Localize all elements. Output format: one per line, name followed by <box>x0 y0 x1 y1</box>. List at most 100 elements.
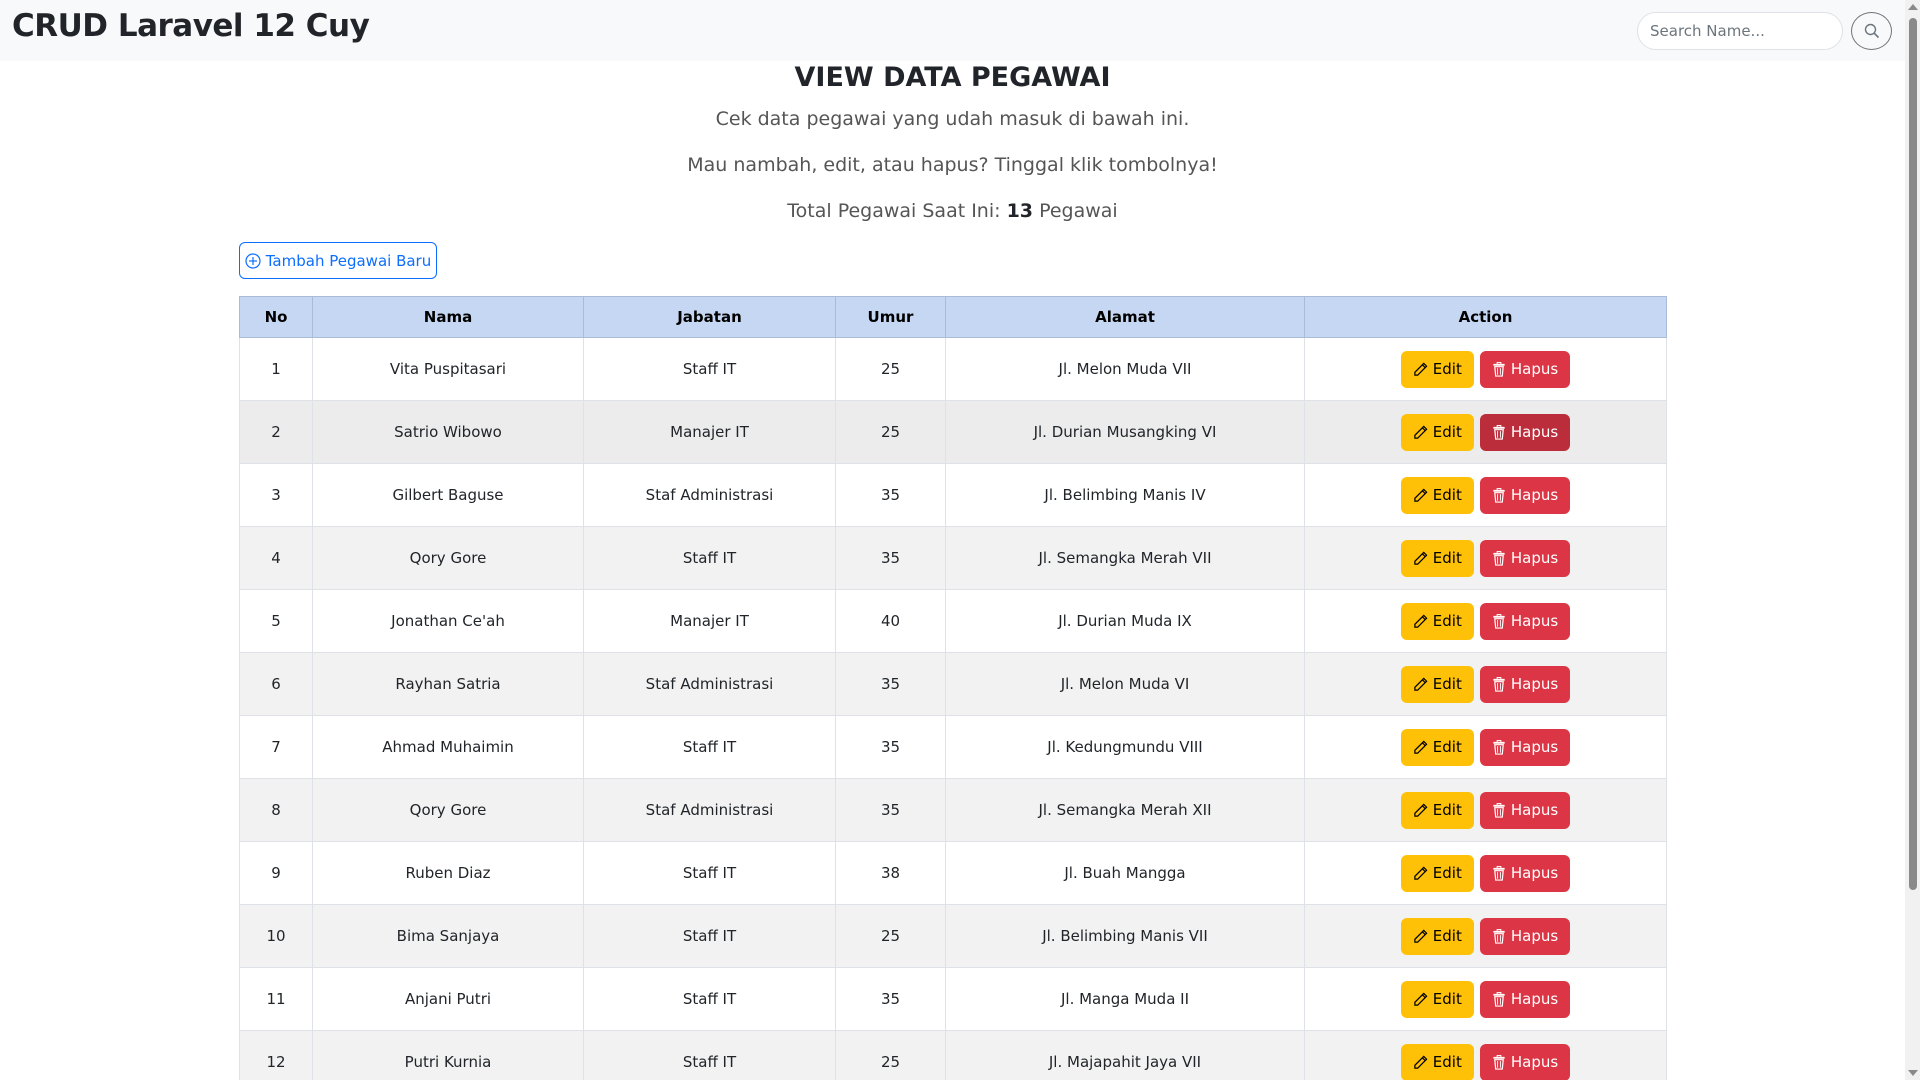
pencil-icon <box>1414 488 1428 502</box>
delete-button[interactable]: Hapus <box>1479 917 1571 955</box>
delete-button[interactable]: Hapus <box>1479 350 1571 388</box>
edit-label: Edit <box>1432 675 1462 693</box>
scrollbar[interactable] <box>1905 0 1920 1080</box>
trash-icon <box>1493 424 1505 440</box>
cell-jabatan: Manajer IT <box>583 589 836 653</box>
edit-label: Edit <box>1432 990 1462 1008</box>
delete-button[interactable]: Hapus <box>1479 1043 1571 1080</box>
scroll-down-icon[interactable] <box>1908 1070 1918 1076</box>
cell-umur: 35 <box>835 715 946 779</box>
edit-label: Edit <box>1432 927 1462 945</box>
cell-umur: 35 <box>835 967 946 1031</box>
cell-no: 3 <box>239 463 313 527</box>
edit-button[interactable]: Edit <box>1400 476 1474 514</box>
cell-nama: Rayhan Satria <box>312 652 584 716</box>
edit-button[interactable]: Edit <box>1400 728 1474 766</box>
cell-nama: Satrio Wibowo <box>312 400 584 464</box>
edit-button[interactable]: Edit <box>1400 539 1474 577</box>
scrollbar-thumb[interactable] <box>1909 18 1917 890</box>
cell-no: 12 <box>239 1030 313 1080</box>
cell-alamat: Jl. Semangka Merah VII <box>945 526 1305 590</box>
delete-label: Hapus <box>1510 927 1559 945</box>
delete-button[interactable]: Hapus <box>1479 980 1571 1018</box>
cell-action: Edit Hapus <box>1304 526 1667 590</box>
delete-button[interactable]: Hapus <box>1479 854 1571 892</box>
pencil-icon <box>1414 929 1428 943</box>
brand[interactable]: CRUD Laravel 12 Cuy <box>12 8 370 44</box>
edit-button[interactable]: Edit <box>1400 791 1474 829</box>
trash-icon <box>1493 550 1505 566</box>
cell-no: 4 <box>239 526 313 590</box>
scroll-up-icon[interactable] <box>1908 4 1918 10</box>
edit-label: Edit <box>1432 423 1462 441</box>
search-input[interactable] <box>1637 12 1843 50</box>
add-employee-label: Tambah Pegawai Baru <box>265 251 432 270</box>
cell-jabatan: Staff IT <box>583 715 836 779</box>
table-row: 3 Gilbert Baguse Staf Administrasi 35 Jl. Be… <box>239 463 1667 527</box>
edit-button[interactable]: Edit <box>1400 602 1474 640</box>
cell-no: 5 <box>239 589 313 653</box>
cell-alamat: Jl. Melon Muda VII <box>945 337 1305 401</box>
edit-button[interactable]: Edit <box>1400 917 1474 955</box>
pencil-icon <box>1414 992 1428 1006</box>
table-row: 8 Qory Gore Staf Administrasi 35 Jl. Semangk… <box>239 778 1667 842</box>
page: CRUD Laravel 12 Cuy VIEW DATA PEGAWAI Ce… <box>0 0 1905 1080</box>
trash-icon <box>1493 739 1505 755</box>
trash-icon <box>1493 676 1505 692</box>
cell-alamat: Jl. Manga Muda II <box>945 967 1305 1031</box>
delete-label: Hapus <box>1510 801 1559 819</box>
add-employee-button[interactable]: Tambah Pegawai Baru <box>239 242 437 279</box>
cell-action: Edit Hapus <box>1304 904 1667 968</box>
cell-no: 9 <box>239 841 313 905</box>
pencil-icon <box>1414 551 1428 565</box>
pencil-icon <box>1414 677 1428 691</box>
trash-icon <box>1493 1054 1505 1070</box>
employee-table: No Nama Jabatan Umur Alamat Action 1 Vita… <box>239 296 1667 1080</box>
cell-jabatan: Staff IT <box>583 904 836 968</box>
delete-button[interactable]: Hapus <box>1479 476 1571 514</box>
cell-no: 2 <box>239 400 313 464</box>
cell-nama: Qory Gore <box>312 526 584 590</box>
edit-label: Edit <box>1432 1053 1462 1071</box>
cell-umur: 35 <box>835 463 946 527</box>
edit-button[interactable]: Edit <box>1400 665 1474 703</box>
trash-icon <box>1493 613 1505 629</box>
total-suffix: Pegawai <box>1033 200 1118 222</box>
delete-button[interactable]: Hapus <box>1479 539 1571 577</box>
table-row: 9 Ruben Diaz Staff IT 38 Jl. Buah Mangga Edit… <box>239 841 1667 905</box>
cell-jabatan: Staf Administrasi <box>583 463 836 527</box>
delete-button[interactable]: Hapus <box>1479 602 1571 640</box>
edit-label: Edit <box>1432 486 1462 504</box>
total-count: 13 <box>1006 200 1034 222</box>
total-prefix: Total Pegawai Saat Ini: <box>787 200 1007 222</box>
delete-button[interactable]: Hapus <box>1479 728 1571 766</box>
delete-button[interactable]: Hapus <box>1479 791 1571 829</box>
search-button[interactable] <box>1851 12 1892 50</box>
edit-button[interactable]: Edit <box>1400 350 1474 388</box>
cell-nama: Bima Sanjaya <box>312 904 584 968</box>
cell-jabatan: Staf Administrasi <box>583 778 836 842</box>
edit-label: Edit <box>1432 801 1462 819</box>
edit-button[interactable]: Edit <box>1400 980 1474 1018</box>
total-employees: Total Pegawai Saat Ini: 13 Pegawai <box>0 200 1905 222</box>
delete-label: Hapus <box>1510 486 1559 504</box>
cell-action: Edit Hapus <box>1304 1030 1667 1080</box>
table-row: 7 Ahmad Muhaimin Staff IT 35 Jl. Kedungmundu… <box>239 715 1667 779</box>
cell-alamat: Jl. Durian Muda IX <box>945 589 1305 653</box>
table-row: 2 Satrio Wibowo Manajer IT 25 Jl. Durian Mus… <box>239 400 1667 464</box>
cell-umur: 25 <box>835 904 946 968</box>
cell-alamat: Jl. Belimbing Manis VII <box>945 904 1305 968</box>
pencil-icon <box>1414 740 1428 754</box>
edit-button[interactable]: Edit <box>1400 413 1474 451</box>
delete-button[interactable]: Hapus <box>1479 413 1571 451</box>
subtitle: Cek data pegawai yang udah masuk di bawa… <box>715 108 1190 130</box>
delete-label: Hapus <box>1510 423 1559 441</box>
edit-button[interactable]: Edit <box>1400 1043 1474 1080</box>
cell-nama: Gilbert Baguse <box>312 463 584 527</box>
edit-label: Edit <box>1432 738 1462 756</box>
col-jabatan: Jabatan <box>583 296 836 338</box>
delete-button[interactable]: Hapus <box>1479 665 1571 703</box>
table-row: 5 Jonathan Ce'ah Manajer IT 40 Jl. Durian Mu… <box>239 589 1667 653</box>
edit-button[interactable]: Edit <box>1400 854 1474 892</box>
delete-label: Hapus <box>1510 1053 1559 1071</box>
